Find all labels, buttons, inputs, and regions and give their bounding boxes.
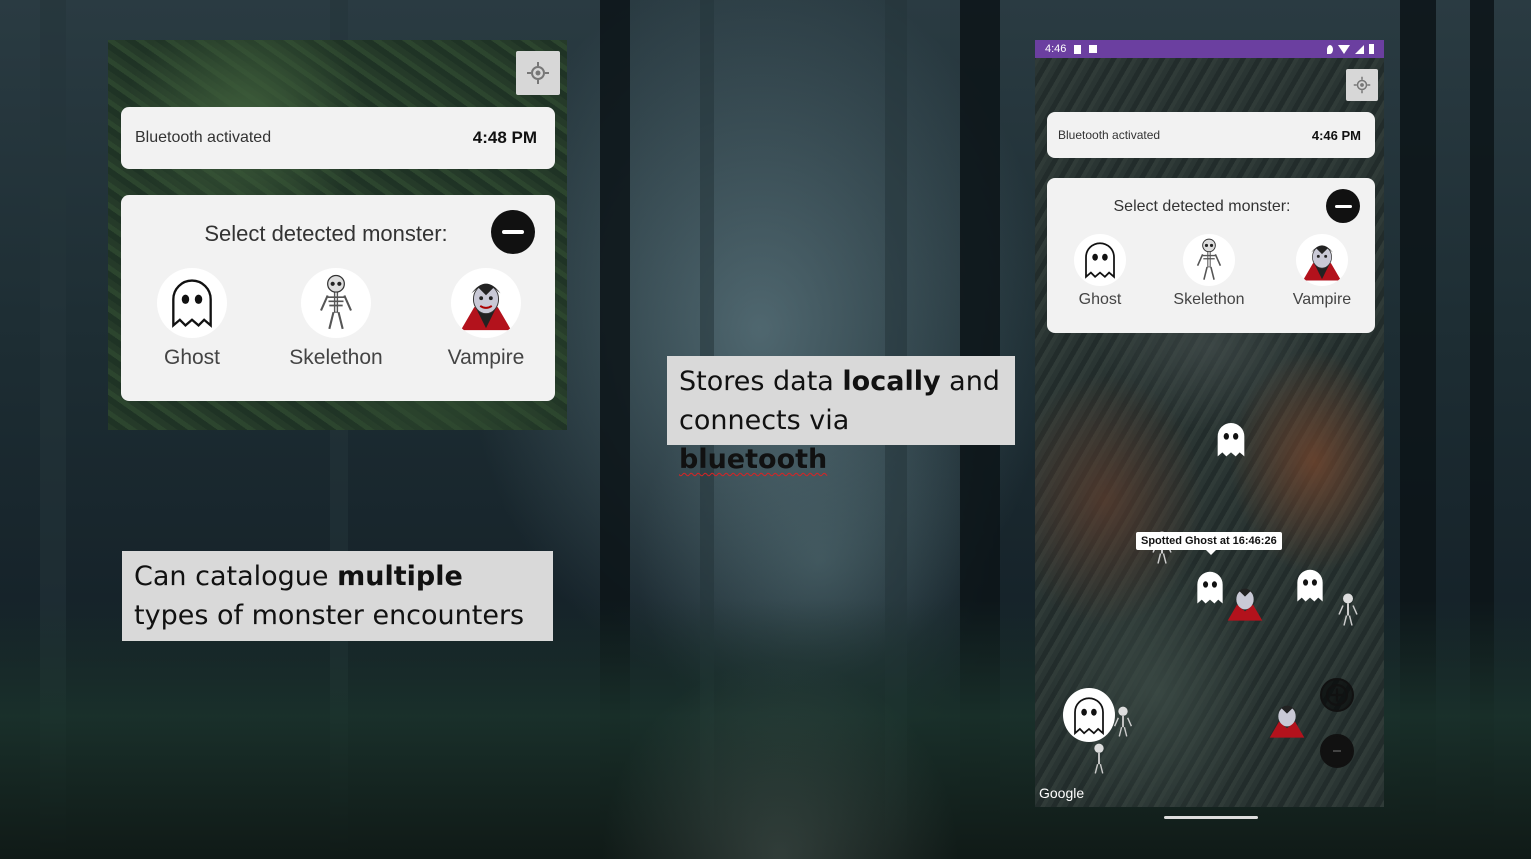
bluetooth-status-card: Bluetooth activated 4:48 PM — [121, 107, 555, 169]
marker-info-tooltip: Spotted Ghost at 16:46:26 — [1136, 532, 1282, 555]
monster-option-vampire[interactable]: Vampire — [1287, 234, 1357, 309]
monster-label: Vampire — [1292, 291, 1352, 308]
vampire-icon — [1227, 588, 1263, 621]
my-location-button[interactable] — [516, 51, 560, 95]
location-icon — [1327, 44, 1333, 54]
skeleton-map-marker[interactable] — [1085, 740, 1113, 778]
callout-text: Stores data — [679, 366, 843, 397]
monster-select-card: Select detected monster: Ghost Skelethon… — [121, 195, 555, 401]
phone-screen: 4:46 Bluetooth activated 4:46 PM Select … — [1035, 40, 1384, 807]
minus-icon — [1334, 204, 1352, 208]
callout-storage: Stores data locally and connects via blu… — [667, 356, 1015, 475]
bluetooth-status-text: Bluetooth activated — [1058, 128, 1161, 142]
vampire-icon — [1269, 705, 1305, 738]
bluetooth-status-text: Bluetooth activated — [135, 129, 272, 146]
wifi-icon — [1338, 44, 1350, 54]
select-title: Select detected monster: — [204, 221, 448, 246]
status-time: 4:46 PM — [1311, 127, 1361, 143]
callout-bold: multiple — [337, 561, 463, 592]
callout-bold: bluetooth — [679, 444, 828, 475]
status-time: 4:48 PM — [472, 128, 537, 147]
android-status-bar: 4:46 — [1035, 40, 1384, 58]
android-home-indicator[interactable] — [1164, 816, 1258, 819]
monster-option-ghost[interactable]: Ghost — [141, 268, 243, 370]
skeleton-map-marker[interactable] — [1333, 582, 1363, 638]
ghost-map-marker-selected[interactable] — [1063, 688, 1115, 742]
zoom-out-button[interactable] — [1320, 734, 1354, 768]
monster-label: Ghost — [163, 346, 221, 369]
select-title: Select detected monster: — [1113, 198, 1291, 215]
monster-option-skeleton[interactable]: Skelethon — [1167, 234, 1251, 309]
monster-option-skeleton[interactable]: Skelethon — [281, 268, 391, 370]
sd-card-icon — [1074, 44, 1082, 54]
zoomed-app-panel: Bluetooth activated 4:48 PM Select detec… — [108, 40, 567, 430]
monster-select-card: Select detected monster: Ghost Skelethon… — [1047, 178, 1375, 333]
ghost-icon — [157, 268, 227, 338]
vampire-map-marker[interactable] — [1225, 580, 1265, 624]
zoom-in-button[interactable] — [1320, 678, 1354, 712]
collapse-button[interactable] — [491, 210, 535, 254]
skeleton-icon — [1338, 593, 1358, 626]
ghost-icon — [1197, 571, 1223, 604]
vampire-icon — [451, 268, 521, 338]
monster-label: Vampire — [447, 346, 525, 369]
monster-label: Skelethon — [1173, 291, 1245, 308]
ghost-map-marker[interactable] — [1291, 562, 1329, 608]
skeleton-icon — [301, 268, 371, 338]
callout-text: types of monster encounters — [134, 600, 525, 631]
statusbar-time: 4:46 — [1045, 43, 1067, 55]
minus-icon — [1333, 750, 1341, 752]
skeleton-icon — [1113, 706, 1133, 737]
callout-text: Can catalogue — [134, 561, 338, 592]
ghost-icon — [1074, 697, 1104, 736]
ghost-icon — [1074, 234, 1126, 286]
notification-icon — [1089, 45, 1098, 53]
monster-option-vampire[interactable]: Vampire — [434, 268, 538, 370]
vampire-map-marker[interactable] — [1267, 698, 1307, 740]
callout-bold: locally — [842, 366, 941, 397]
collapse-button[interactable] — [1326, 189, 1360, 223]
callout-catalogue: Can catalogue multiple types of monster … — [122, 551, 553, 641]
ghost-map-marker[interactable] — [1191, 564, 1229, 610]
minus-icon — [502, 230, 524, 234]
ghost-map-marker[interactable] — [1211, 416, 1251, 462]
crosshair-icon — [527, 62, 549, 84]
crosshair-icon — [1353, 76, 1371, 94]
monster-label: Ghost — [1078, 291, 1122, 308]
my-location-button[interactable] — [1346, 69, 1378, 101]
monster-label: Skelethon — [289, 346, 383, 369]
monster-option-ghost[interactable]: Ghost — [1067, 234, 1133, 309]
vampire-icon — [1296, 234, 1348, 286]
bluetooth-status-card: Bluetooth activated 4:46 PM — [1047, 112, 1375, 158]
skeleton-map-marker[interactable] — [1109, 696, 1137, 748]
skeleton-icon — [1183, 234, 1235, 286]
ghost-icon — [1217, 423, 1245, 457]
ghost-icon — [1297, 569, 1323, 602]
google-attribution: Google — [1039, 785, 1085, 801]
battery-icon — [1369, 44, 1374, 54]
skeleton-icon — [1094, 743, 1104, 774]
plus-icon — [1326, 684, 1348, 706]
signal-icon — [1355, 44, 1364, 54]
